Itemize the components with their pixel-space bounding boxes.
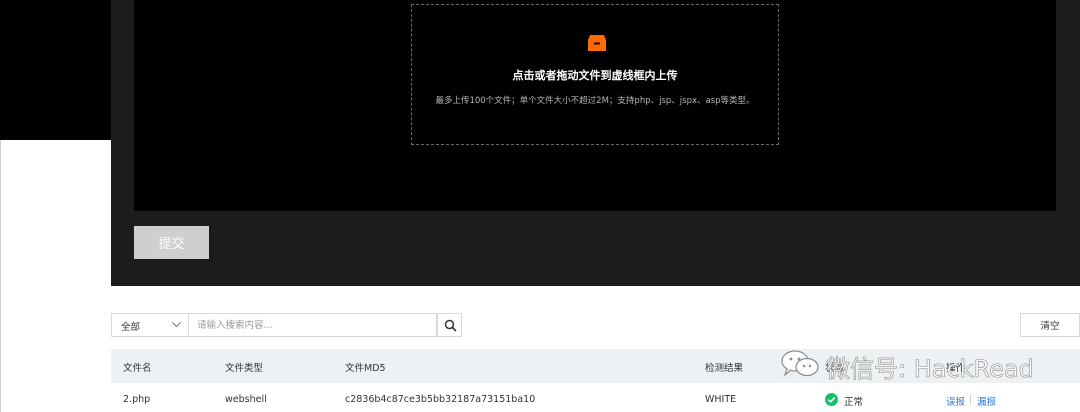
missreport-link[interactable]: 漏报	[977, 394, 996, 408]
page: 点击或者拖动文件到虚线框内上传 最多上传100个文件；单个文件大小不超过2M；支…	[0, 0, 1080, 412]
search-icon	[444, 319, 457, 332]
clear-button[interactable]: 清空	[1020, 313, 1080, 337]
upload-dropzone[interactable]: 点击或者拖动文件到虚线框内上传 最多上传100个文件；单个文件大小不超过2M；支…	[411, 4, 779, 145]
upload-panel: 点击或者拖动文件到虚线框内上传 最多上传100个文件；单个文件大小不超过2M；支…	[111, 0, 1080, 286]
row-status: 正常	[844, 397, 864, 408]
filter-select-value: 全部	[121, 322, 141, 333]
action-separator	[970, 394, 971, 405]
left-dark-area	[0, 0, 111, 140]
column-filename: 文件名	[123, 363, 152, 374]
misreport-link[interactable]: 误报	[946, 394, 965, 408]
dropzone-title: 点击或者拖动文件到虚线框内上传	[512, 69, 678, 82]
row-md5: c2836b4c87ce3b5bb32187a73151ba10	[345, 394, 536, 405]
upload-panel-inner: 点击或者拖动文件到虚线框内上传 最多上传100个文件；单个文件大小不超过2M；支…	[134, 0, 1056, 211]
chevron-down-icon	[172, 322, 181, 328]
submit-button[interactable]: 提交	[134, 226, 209, 259]
row-filename: 2.php	[123, 394, 151, 405]
left-edge-divider	[0, 140, 1, 412]
search-button[interactable]	[437, 313, 462, 337]
row-filetype: webshell	[225, 394, 267, 405]
watermark-text: 微信号: HackRead	[826, 355, 1034, 384]
filter-select[interactable]: 全部	[111, 313, 189, 337]
search-input[interactable]	[189, 313, 437, 337]
column-filetype: 文件类型	[225, 363, 264, 374]
wechat-icon	[781, 350, 819, 377]
dropzone-hint: 最多上传100个文件；单个文件大小不超过2M；支持php、jsp、jspx、as…	[435, 96, 755, 106]
table-row: 2.php webshell c2836b4c87ce3b5bb32187a73…	[111, 383, 1080, 412]
inbox-icon	[588, 35, 606, 51]
column-result: 检测结果	[705, 363, 744, 374]
row-result: WHITE	[705, 394, 737, 405]
column-md5: 文件MD5	[345, 363, 386, 374]
check-circle-icon	[825, 393, 838, 406]
